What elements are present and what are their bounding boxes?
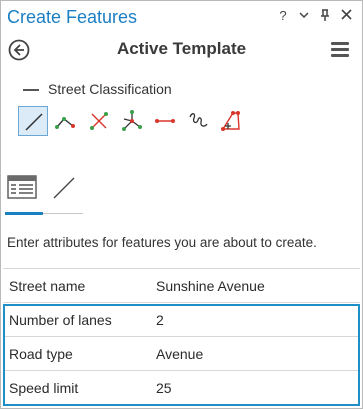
direction-distance-button[interactable] [117,106,147,136]
midpoint-line-button[interactable] [84,106,114,136]
attribute-value[interactable]: Avenue [156,346,203,362]
right-angle-line-button[interactable] [51,106,81,136]
table-row[interactable]: Number of lanes 2 [3,302,360,336]
attribute-name: Number of lanes [9,312,112,328]
pin-icon [321,9,329,21]
attributes-table-icon [7,175,37,199]
pane-title-bar: Create Features ? [1,1,362,35]
table-row[interactable]: Road type Avenue [3,336,360,370]
midpoint-line-icon [90,112,108,130]
tab-geometry[interactable] [51,175,77,217]
tab-attributes[interactable] [7,175,37,217]
table-row[interactable]: Street name Sunshine Avenue [3,268,360,302]
hamburger-menu-icon [331,42,349,45]
close-icon [340,9,352,20]
close-button[interactable] [339,9,353,23]
freehand-line-button[interactable] [183,106,213,136]
help-button[interactable]: ? [276,9,290,23]
right-angle-line-icon [55,117,75,129]
hamburger-menu-icon-bar [331,48,349,51]
menu-button[interactable] [331,42,349,57]
line-symbol-icon [23,89,39,91]
attribute-name: Road type [9,346,73,362]
direction-distance-icon [122,110,142,131]
attribute-value[interactable]: Sunshine Avenue [156,278,265,294]
view-tabs [1,171,83,215]
line-tool-button[interactable] [18,106,48,136]
pin-button[interactable] [318,9,332,25]
options-dropdown-button[interactable] [297,9,311,24]
geometry-line-icon [53,177,75,199]
trace-icon [221,111,240,131]
instruction-text: Enter attributes for features you are ab… [7,235,317,250]
table-row[interactable]: Speed limit 25 [3,370,360,404]
active-tab-indicator [5,212,43,215]
pane-title: Create Features [7,7,138,27]
attribute-table: Street name Sunshine Avenue Number of la… [3,268,360,404]
freehand-line-icon [189,113,208,127]
attribute-value[interactable]: 25 [156,380,172,396]
line-tool-icon [25,113,43,131]
tab-divider [43,213,83,214]
header-title: Active Template [116,39,247,58]
template-header: Active Template [1,35,362,65]
attribute-name: Street name [9,278,86,294]
template-name: Street Classification [48,81,172,97]
trace-button[interactable] [216,106,246,136]
attribute-name: Speed limit [9,380,79,396]
distance-distance-icon [155,119,175,123]
distance-distance-button[interactable] [150,106,180,136]
attribute-value[interactable]: 2 [156,312,164,328]
hamburger-menu-icon-bar [331,54,349,57]
chevron-down-icon [299,12,309,19]
create-features-pane: Create Features ? Active Template Street… [0,0,363,409]
